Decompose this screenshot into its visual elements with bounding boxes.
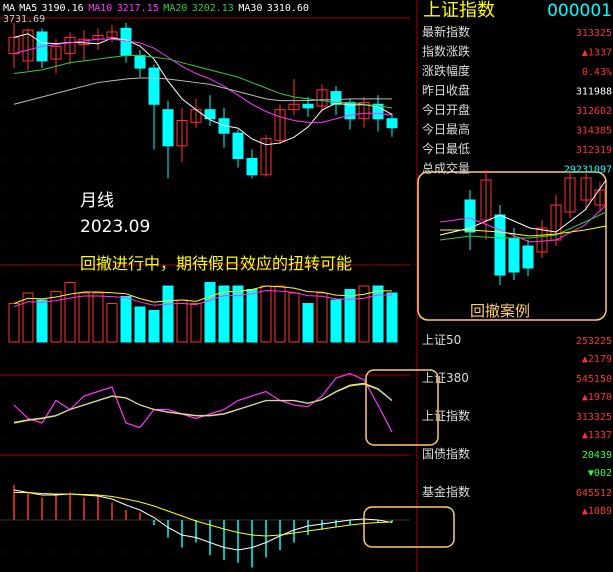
legend-item: MA10 [88,3,112,14]
quote-label: 指数涨跌 [422,44,470,59]
volume-bar [330,299,342,343]
high-price-label: 3731.69 [3,14,45,25]
index-change: ▲1089 [582,506,612,517]
quote-label: 昨日收盘 [422,83,470,98]
quote-value: 0.43% [582,67,612,78]
inset-caption: 回撤案例 [470,302,531,320]
volume-bar [372,285,384,343]
quote-value: 312319 [576,145,612,156]
volume-bar [120,296,132,343]
index-value: 313325 [576,412,612,423]
quote-value: 312602 [576,106,612,117]
volume-bar [218,285,230,343]
volume-bar [148,310,160,343]
volume-bar [204,282,216,343]
volume-bar [36,299,48,343]
volume-bar [344,289,356,343]
inset-candle-body [522,245,534,269]
quote-value: 29231097 [564,165,612,176]
index-change: ▼002 [588,468,612,479]
index-value: 253225 [576,336,612,347]
index-value: 545150 [576,374,612,385]
legend-item: 3310.60 [267,3,309,14]
inset-candle-body [508,237,520,273]
quote-value: ▲1337 [582,48,612,59]
quote-value: 313325 [576,28,612,39]
index-value: 645512 [576,488,612,499]
volume-bar [232,285,244,343]
index-name: 国债指数 [422,446,470,461]
quote-code: 000001 [547,1,612,21]
index-change: ▲1337 [582,430,612,441]
candle-body [134,54,146,69]
date-label: 2023.09 [80,217,151,237]
quote-label: 今日最高 [422,122,470,137]
candle-body [246,157,258,176]
index-name: 上证50 [422,333,461,347]
quote-title: 上证指数 [423,0,495,21]
quote-label: 最新指数 [422,24,470,39]
candle-body [386,118,398,129]
candle-body [162,109,174,147]
index-name: 上证380 [422,371,469,385]
index-value: 20439 [582,450,612,461]
index-change: ▲1970 [582,392,612,403]
volume-bar [302,303,314,343]
volume-bar [246,289,258,343]
inset-candle-body [494,214,506,276]
candle-body [232,132,244,159]
quote-value: 311988 [576,87,612,98]
quote-label: 今日开盘 [422,102,470,117]
legend-item: MA20 [163,3,187,14]
quote-value: 314385 [576,126,612,137]
inset-candle-body [464,199,476,233]
period-label: 月线 [80,191,114,211]
index-name: 上证指数 [422,408,470,423]
legend-item: 3190.16 [42,3,84,14]
quote-label: 总成交量 [422,161,470,176]
volume-bar [162,285,174,343]
legend-item: 3202.13 [192,3,234,14]
candle-body [302,103,314,109]
inset-chart [417,170,607,321]
stock-chart: MA MA5 3190.16 MA10 3217.15 MA20 3202.13 MA30 33… [0,0,613,572]
candle-body [148,67,160,105]
volume-bar [134,306,146,343]
quote-label: 涨跌幅度 [422,63,470,78]
quote-label: 今日最低 [422,141,470,156]
index-change: ▲2179 [582,354,612,365]
legend-item: MA5 [19,3,37,14]
legend-item: MA [3,3,15,14]
volume-bar [386,292,398,343]
legend-item: MA30 [238,3,262,14]
comment-label: 回撤进行中，期待假日效应的扭转可能 [80,254,353,273]
index-name: 基金指数 [422,484,470,499]
legend-item: 3217.15 [117,3,159,14]
